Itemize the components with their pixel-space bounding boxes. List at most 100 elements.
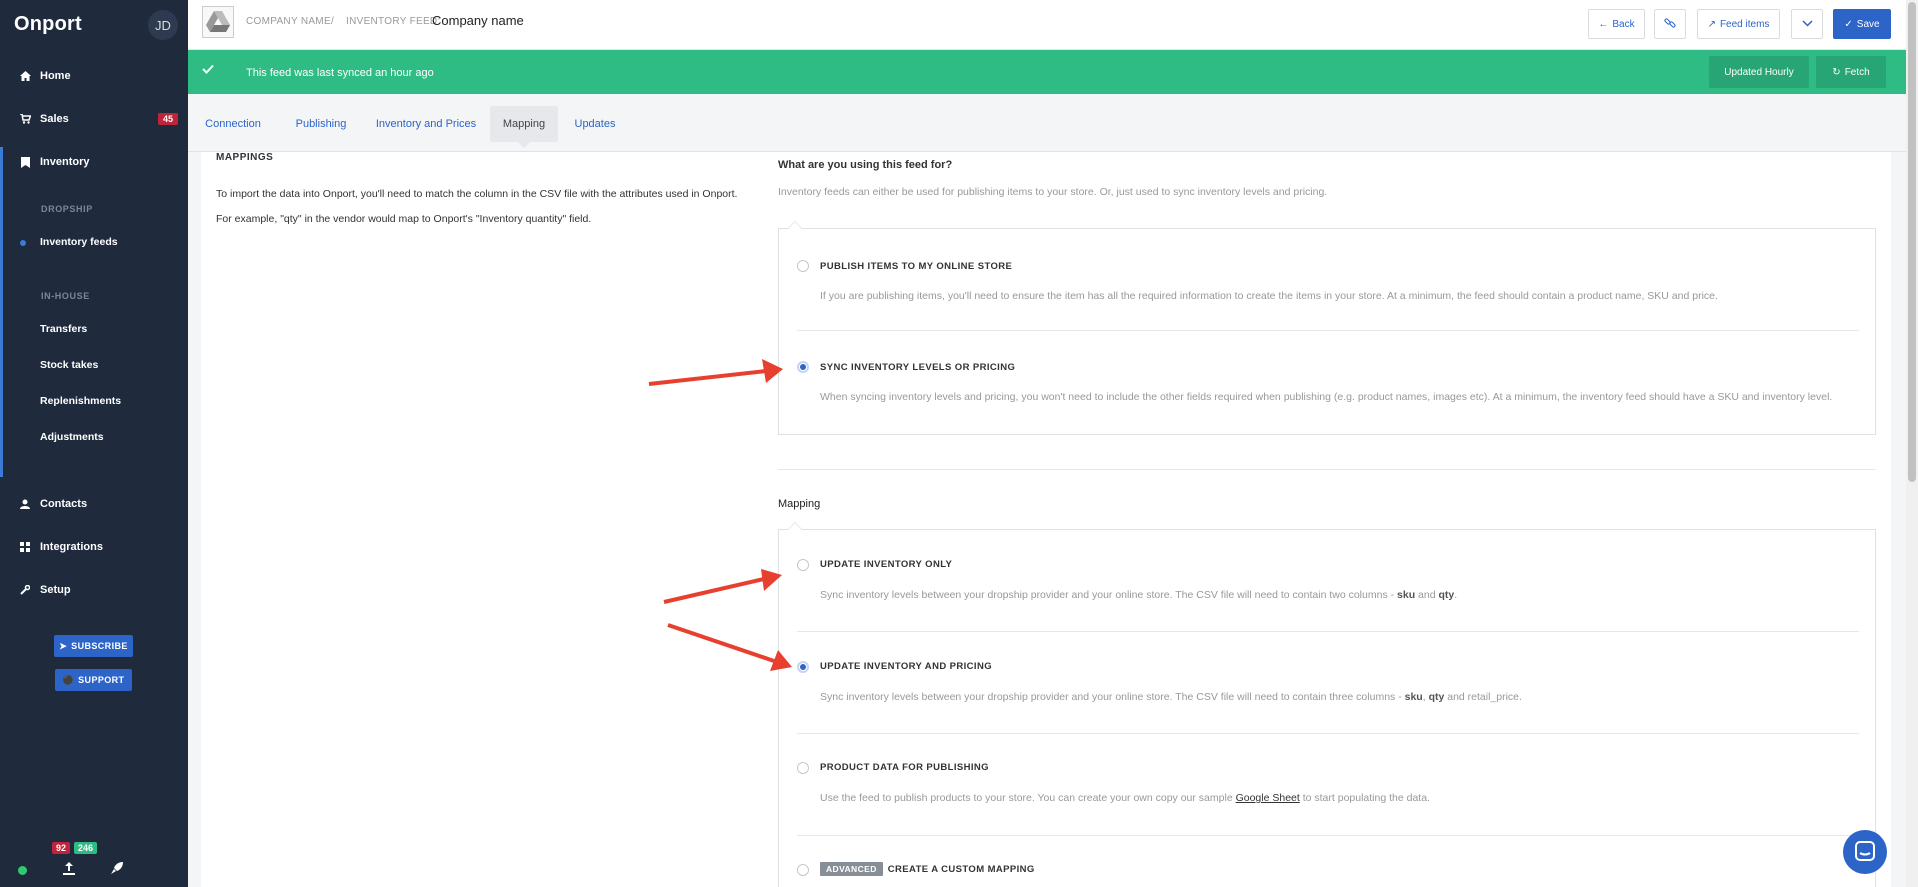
status-dot — [18, 866, 27, 875]
section-divider — [778, 469, 1876, 470]
rocket-icon[interactable] — [111, 862, 123, 877]
tab-publishing[interactable]: Publishing — [291, 106, 351, 142]
sidebar-item-transfers[interactable]: Transfers — [40, 323, 87, 335]
product-data-radio[interactable] — [797, 762, 809, 774]
purpose-option-sync[interactable]: SYNC INVENTORY LEVELS OR PRICING When sy… — [779, 331, 1877, 435]
active-dot — [20, 240, 26, 246]
breadcrumb-company[interactable]: COMPANY NAME — [246, 16, 331, 27]
send-icon: ➤ — [59, 640, 68, 651]
top-bar: COMPANY NAME / INVENTORY FEED: Company n… — [188, 0, 1906, 50]
link-button[interactable] — [1654, 9, 1686, 39]
main-content: MAPPINGS To import the data into Onport,… — [201, 152, 1891, 887]
option-label: UPDATE INVENTORY ONLY — [820, 559, 953, 570]
sidebar-item-label: Home — [40, 70, 71, 82]
support-icon: ⚫ — [62, 674, 75, 685]
tab-bar: Connection Publishing Inventory and Pric… — [188, 94, 1906, 152]
user-icon — [18, 499, 32, 509]
sidebar-item-inventory[interactable]: Inventory — [0, 145, 188, 179]
grid-icon — [18, 542, 32, 552]
subscribe-button[interactable]: ➤ SUBSCRIBE — [54, 635, 133, 657]
avatar[interactable]: JD — [148, 10, 178, 40]
breadcrumb-separator: / — [331, 16, 335, 27]
page-title: Company name — [432, 13, 524, 28]
mapping-option-custom[interactable]: ADVANCED CREATE A CUSTOM MAPPING — [779, 836, 1877, 887]
option-description: Use the feed to publish products to your… — [820, 792, 1430, 804]
fetch-button[interactable]: ↻ Fetch — [1816, 56, 1886, 88]
sidebar-item-label: Inventory — [40, 156, 90, 168]
updated-hourly-button[interactable]: Updated Hourly — [1709, 56, 1809, 88]
sidebar-item-label: Contacts — [40, 498, 88, 510]
mapping-option-inventory-only[interactable]: UPDATE INVENTORY ONLY Sync inventory lev… — [779, 530, 1877, 631]
mappings-example: For example, "qty" in the vendor would m… — [216, 213, 592, 225]
sync-status-text: This feed was last synced an hour ago — [246, 67, 434, 79]
feed-items-button[interactable]: ↗ Feed items — [1697, 9, 1780, 39]
check-icon: ✓ — [1844, 18, 1853, 30]
mapping-title: Mapping — [778, 498, 821, 510]
sidebar-item-label: Sales — [40, 113, 69, 125]
support-label: SUPPORT — [78, 675, 125, 685]
upload-icon[interactable] — [63, 862, 75, 878]
scrollbar-thumb[interactable] — [1908, 2, 1916, 482]
support-button[interactable]: ⚫ SUPPORT — [55, 669, 132, 691]
cart-icon — [18, 114, 32, 124]
inhouse-heading: IN-HOUSE — [41, 291, 90, 301]
save-button[interactable]: ✓ Save — [1833, 9, 1891, 39]
inventory-pricing-radio[interactable] — [797, 661, 809, 673]
inventory-only-radio[interactable] — [797, 559, 809, 571]
custom-mapping-radio[interactable] — [797, 864, 809, 876]
mappings-heading: MAPPINGS — [216, 152, 274, 163]
sidebar-item-contacts[interactable]: Contacts — [0, 487, 188, 521]
mapping-option-inventory-pricing[interactable]: UPDATE INVENTORY AND PRICING Sync invent… — [779, 632, 1877, 733]
footer-green-badge[interactable]: 246 — [74, 842, 98, 854]
purpose-title: What are you using this feed for? — [778, 159, 953, 171]
sidebar-item-integrations[interactable]: Integrations — [0, 530, 188, 564]
link-icon — [1664, 17, 1676, 32]
check-icon — [202, 64, 214, 77]
chevron-down-icon — [1801, 19, 1813, 30]
chat-launcher-button[interactable] — [1843, 830, 1887, 874]
google-sheet-link[interactable]: Google Sheet — [1236, 792, 1300, 804]
sidebar-item-setup[interactable]: Setup — [0, 573, 188, 607]
mapping-option-product-data[interactable]: PRODUCT DATA FOR PUBLISHING Use the feed… — [779, 734, 1877, 835]
footer-red-badge[interactable]: 92 — [52, 842, 71, 854]
active-section-indicator — [0, 147, 3, 477]
mapping-card: UPDATE INVENTORY ONLY Sync inventory lev… — [778, 522, 1877, 887]
more-dropdown-button[interactable] — [1791, 9, 1823, 39]
subscribe-label: SUBSCRIBE — [71, 641, 128, 651]
tab-updates[interactable]: Updates — [569, 106, 621, 142]
sidebar-item-stock-takes[interactable]: Stock takes — [40, 359, 98, 371]
purpose-card: PUBLISH ITEMS TO MY ONLINE STORE If you … — [778, 221, 1877, 435]
tab-inventory-and-prices[interactable]: Inventory and Prices — [374, 106, 478, 142]
mappings-description: To import the data into Onport, you'll n… — [216, 188, 738, 200]
wrench-icon — [18, 585, 32, 595]
sidebar-item-adjustments[interactable]: Adjustments — [40, 431, 104, 443]
back-button[interactable]: ← Back — [1588, 9, 1645, 39]
arrow-left-icon: ← — [1598, 18, 1609, 30]
app-logo[interactable]: Onport — [14, 13, 82, 36]
purpose-subtitle: Inventory feeds can either be used for p… — [778, 186, 1328, 198]
sidebar-item-label: Integrations — [40, 541, 103, 553]
option-label: PUBLISH ITEMS TO MY ONLINE STORE — [820, 261, 1013, 272]
sidebar-item-inventory-feeds[interactable]: Inventory feeds — [20, 236, 118, 248]
purpose-option-publish[interactable]: PUBLISH ITEMS TO MY ONLINE STORE If you … — [779, 229, 1877, 330]
sidebar-item-sales[interactable]: Sales 45 — [0, 102, 188, 136]
publish-radio[interactable] — [797, 260, 809, 272]
option-description: Sync inventory levels between your drops… — [820, 691, 1522, 703]
sales-count-badge: 45 — [157, 113, 178, 125]
home-icon — [18, 71, 32, 81]
tab-mapping[interactable]: Mapping — [490, 106, 558, 148]
tab-connection[interactable]: Connection — [203, 106, 263, 142]
sidebar-item-replenishments[interactable]: Replenishments — [40, 395, 121, 407]
option-description: When syncing inventory levels and pricin… — [820, 391, 1833, 403]
back-label: Back — [1612, 18, 1635, 30]
sync-radio[interactable] — [797, 361, 809, 373]
option-label: UPDATE INVENTORY AND PRICING — [820, 661, 993, 672]
chat-icon — [1855, 840, 1875, 864]
external-link-icon: ↗ — [1707, 18, 1716, 30]
sidebar-item-label: Inventory feeds — [40, 236, 118, 248]
sidebar-item-home[interactable]: Home — [0, 59, 188, 93]
advanced-badge: ADVANCED — [820, 862, 883, 876]
sidebar-item-label: Setup — [40, 584, 71, 596]
option-label: ADVANCED CREATE A CUSTOM MAPPING — [820, 862, 1035, 876]
option-description: Sync inventory levels between your drops… — [820, 589, 1458, 601]
